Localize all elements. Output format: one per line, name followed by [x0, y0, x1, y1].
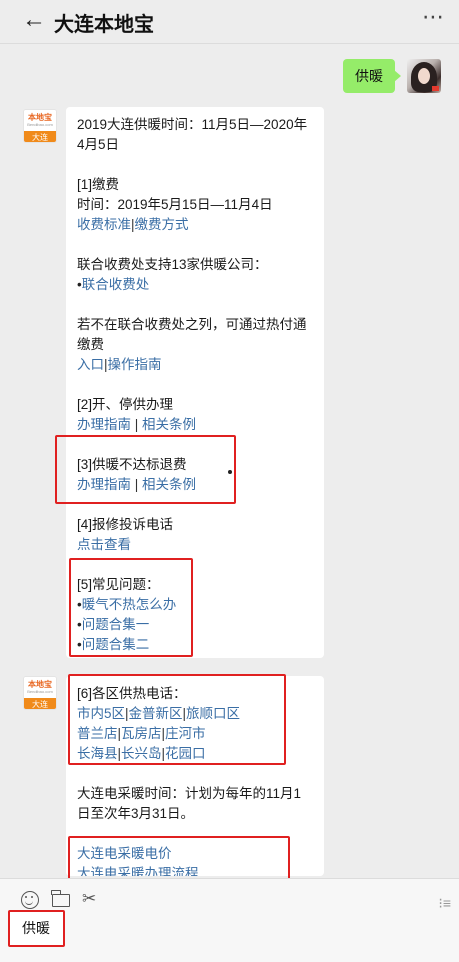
electric-price-link[interactable]: 大连电采暖电价 [77, 846, 172, 861]
district-row-1: 市内5区|金普新区|旅顺口区 [77, 704, 313, 724]
chat-header: ← 大连本地宝 ⋯ [0, 0, 459, 44]
faq-link-collection-1[interactable]: 问题合集一 [82, 617, 150, 632]
faq-item: •暖气不热怎么办 [77, 595, 313, 615]
repair-links: 点击查看 [77, 535, 313, 555]
heating-period-text: 2019大连供暖时间：11月5日—2020年4月5日 [77, 117, 308, 152]
message-card-heating-info: 2019大连供暖时间：11月5日—2020年4月5日 [1]缴费 时间：2019… [66, 107, 324, 658]
union-office-text: 联合收费处支持13家供暖公司： [77, 257, 268, 272]
payment-links: 收费标准|缴费方式 [77, 215, 313, 235]
chat-title: 大连本地宝 [54, 14, 154, 36]
cursor-dot [228, 470, 232, 474]
my-message-row: 供暖 [343, 58, 441, 94]
message-input[interactable]: 供暖 [8, 910, 65, 947]
union-office-link[interactable]: 联合收费处 [82, 277, 150, 292]
section-repair-title: [4]报修投诉电话 [77, 517, 174, 532]
bot-avatar-brand: 本地宝 [28, 113, 52, 122]
union-office-item: •联合收费处 [77, 275, 313, 295]
faq-link-not-warm[interactable]: 暖气不热怎么办 [82, 597, 177, 612]
faq-item: •问题合集二 [77, 635, 313, 655]
start-stop-links: 办理指南 | 相关条例 [77, 415, 313, 435]
district-link[interactable]: 花园口 [165, 746, 206, 761]
view-phone-link[interactable]: 点击查看 [77, 537, 131, 552]
bot-avatar[interactable]: 本地宝 Bendibao.com 大连 [23, 676, 57, 710]
faq-link-collection-2[interactable]: 问题合集二 [82, 637, 150, 652]
bot-avatar-brand: 本地宝 [28, 680, 52, 689]
faq-item: •问题合集一 [77, 615, 313, 635]
emoji-icon[interactable] [21, 891, 39, 909]
start-stop-regulation-link[interactable]: 相关条例 [142, 417, 196, 432]
district-link[interactable]: 瓦房店 [121, 726, 162, 741]
link-separator: | [131, 417, 143, 432]
bot-avatar-url: Bendibao.com [27, 689, 53, 694]
district-row-3: 长海县|长兴岛|花园口 [77, 744, 313, 764]
refund-links: 办理指南 | 相关条例 [77, 475, 313, 495]
entry-link[interactable]: 入口 [77, 357, 104, 372]
district-link[interactable]: 旅顺口区 [186, 706, 240, 721]
electric-price-row: 大连电采暖电价 [77, 844, 313, 864]
district-link[interactable]: 市内5区 [77, 706, 125, 721]
folder-icon[interactable] [51, 890, 70, 907]
district-link[interactable]: 庄河市 [165, 726, 206, 741]
section-faq-title: [5]常见问题： [77, 577, 160, 592]
district-row-2: 普兰店|瓦房店|庄河市 [77, 724, 313, 744]
district-link[interactable]: 金普新区 [129, 706, 183, 721]
district-link[interactable]: 长海县 [77, 746, 118, 761]
bot-avatar-city: 大连 [24, 131, 56, 142]
back-arrow-icon[interactable]: ← [22, 8, 46, 32]
link-separator: | [131, 477, 143, 492]
payment-method-link[interactable]: 缴费方式 [135, 217, 189, 232]
refund-regulation-link[interactable]: 相关条例 [142, 477, 196, 492]
operation-guide-link[interactable]: 操作指南 [108, 357, 162, 372]
start-stop-guide-link[interactable]: 办理指南 [77, 417, 131, 432]
section-district-title: [6]各区供热电话： [77, 686, 187, 701]
menu-icon[interactable]: ⁝≡ [438, 893, 451, 913]
avatar-face [418, 68, 430, 84]
section-refund-title: [3]供暖不达标退费 [77, 457, 187, 472]
chat-input-bar: ✂ ⁝≡ [0, 878, 459, 962]
electric-heating-text: 大连电采暖时间：计划为每年的11月1日至次年3月31日。 [77, 786, 302, 821]
refutong-text: 若不在联合收费处之列，可通过热付通缴费 [77, 317, 307, 352]
my-message-bubble[interactable]: 供暖 [343, 59, 401, 93]
refund-guide-link[interactable]: 办理指南 [77, 477, 131, 492]
district-link[interactable]: 长兴岛 [121, 746, 162, 761]
bot-avatar-city: 大连 [24, 698, 56, 709]
bot-avatar-logo: 本地宝 Bendibao.com [24, 110, 56, 131]
district-link[interactable]: 普兰店 [77, 726, 118, 741]
section-payment-title: [1]缴费 [77, 177, 120, 192]
bot-avatar-url: Bendibao.com [27, 122, 53, 127]
bot-avatar-logo: 本地宝 Bendibao.com [24, 677, 56, 698]
more-options-icon[interactable]: ⋯ [422, 6, 445, 28]
electric-process-link[interactable]: 大连电采暖办理流程 [77, 866, 199, 876]
scissors-icon[interactable]: ✂ [82, 889, 96, 909]
my-avatar[interactable] [407, 59, 441, 93]
payment-time-text: 时间：2019年5月15日—11月4日 [77, 197, 273, 212]
avatar-flag-icon [432, 86, 439, 91]
refutong-links: 入口|操作指南 [77, 355, 313, 375]
section-start-stop-title: [2]开、停供办理 [77, 397, 174, 412]
bot-avatar[interactable]: 本地宝 Bendibao.com 大连 [23, 109, 57, 143]
fee-standard-link[interactable]: 收费标准 [77, 217, 131, 232]
electric-process-row: 大连电采暖办理流程 [77, 864, 313, 876]
message-card-district-phones: [6]各区供热电话： 市内5区|金普新区|旅顺口区 普兰店|瓦房店|庄河市 长海… [66, 676, 324, 876]
